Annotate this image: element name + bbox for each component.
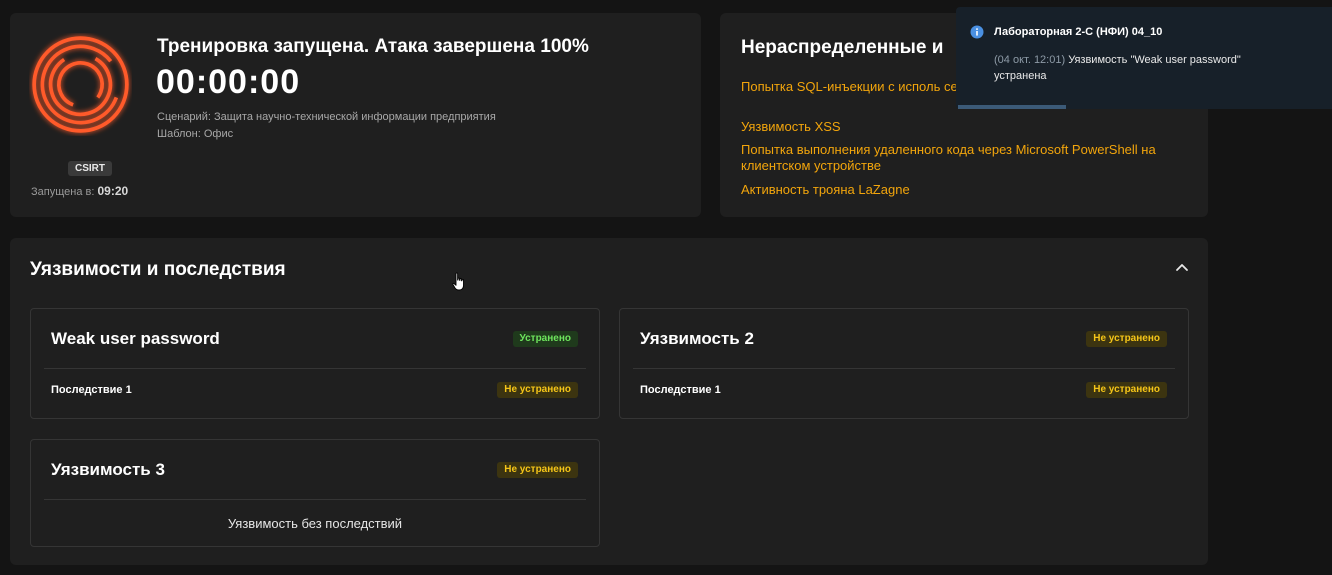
training-title: Тренировка запущена. Атака завершена 100…: [157, 36, 589, 57]
vulnerability-name: Уязвимость 2: [640, 329, 754, 348]
role-badge: CSIRT: [68, 161, 112, 176]
training-status-card: CSIRT Запущена в: 09:20 Тренировка запущ…: [10, 13, 701, 217]
vulnerability-card[interactable]: Weak user password Устранено Последствие…: [30, 308, 600, 419]
status-badge: Устранено: [512, 331, 578, 347]
notification-toast[interactable]: Лабораторная 2-С (НФИ) 04_10 (04 окт. 12…: [956, 7, 1332, 109]
hand-cursor-icon: [452, 272, 464, 291]
vulnerabilities-section: Уязвимости и последствия Weak user passw…: [10, 238, 1208, 565]
scenario-text: Сценарий: Защита научно-технической инфо…: [157, 111, 496, 123]
status-badge: Не устранено: [1086, 331, 1167, 347]
template-text: Шаблон: Офис: [157, 128, 234, 140]
divider: [633, 368, 1175, 369]
info-icon: [970, 25, 984, 39]
vulnerability-name: Weak user password: [51, 329, 220, 348]
training-timer: 00:00:00: [156, 63, 301, 101]
started-at: Запущена в: 09:20: [31, 184, 128, 198]
chevron-up-icon[interactable]: [1173, 259, 1191, 277]
incidents-title: Нераспределенные и: [741, 37, 944, 58]
vulnerability-card[interactable]: Уязвимость 2 Не устранено Последствие 1 …: [619, 308, 1189, 419]
divider: [44, 499, 586, 500]
consequence-status-badge: Не устранено: [497, 382, 578, 398]
section-title: Уязвимости и последствия: [30, 259, 286, 280]
started-label: Запущена в:: [31, 186, 95, 198]
vulnerability-card[interactable]: Уязвимость 3 Не устранено Уязвимость без…: [30, 439, 600, 547]
notification-body: (04 окт. 12:01) Уязвимость "Weak user pa…: [994, 52, 1294, 84]
incident-link-lazagne[interactable]: Активность трояна LaZagne: [741, 182, 1191, 198]
consequence-name: Последствие 1: [51, 384, 132, 396]
notification-progress: [958, 105, 1066, 109]
consequence-status-badge: Не устранено: [1086, 382, 1167, 398]
consequence-name: Последствие 1: [640, 384, 721, 396]
incident-link-powershell[interactable]: Попытка выполнения удаленного кода через…: [741, 142, 1191, 174]
vulnerability-name: Уязвимость 3: [51, 460, 165, 479]
notification-title: Лабораторная 2-С (НФИ) 04_10: [994, 26, 1163, 38]
incident-link-xss[interactable]: Уязвимость XSS: [741, 119, 1191, 135]
training-rings-icon: [32, 36, 129, 133]
divider: [44, 368, 586, 369]
notification-time: (04 окт. 12:01): [994, 54, 1066, 66]
started-time: 09:20: [97, 184, 129, 198]
status-badge: Не устранено: [497, 462, 578, 478]
no-consequences-text: Уязвимость без последствий: [227, 516, 403, 531]
